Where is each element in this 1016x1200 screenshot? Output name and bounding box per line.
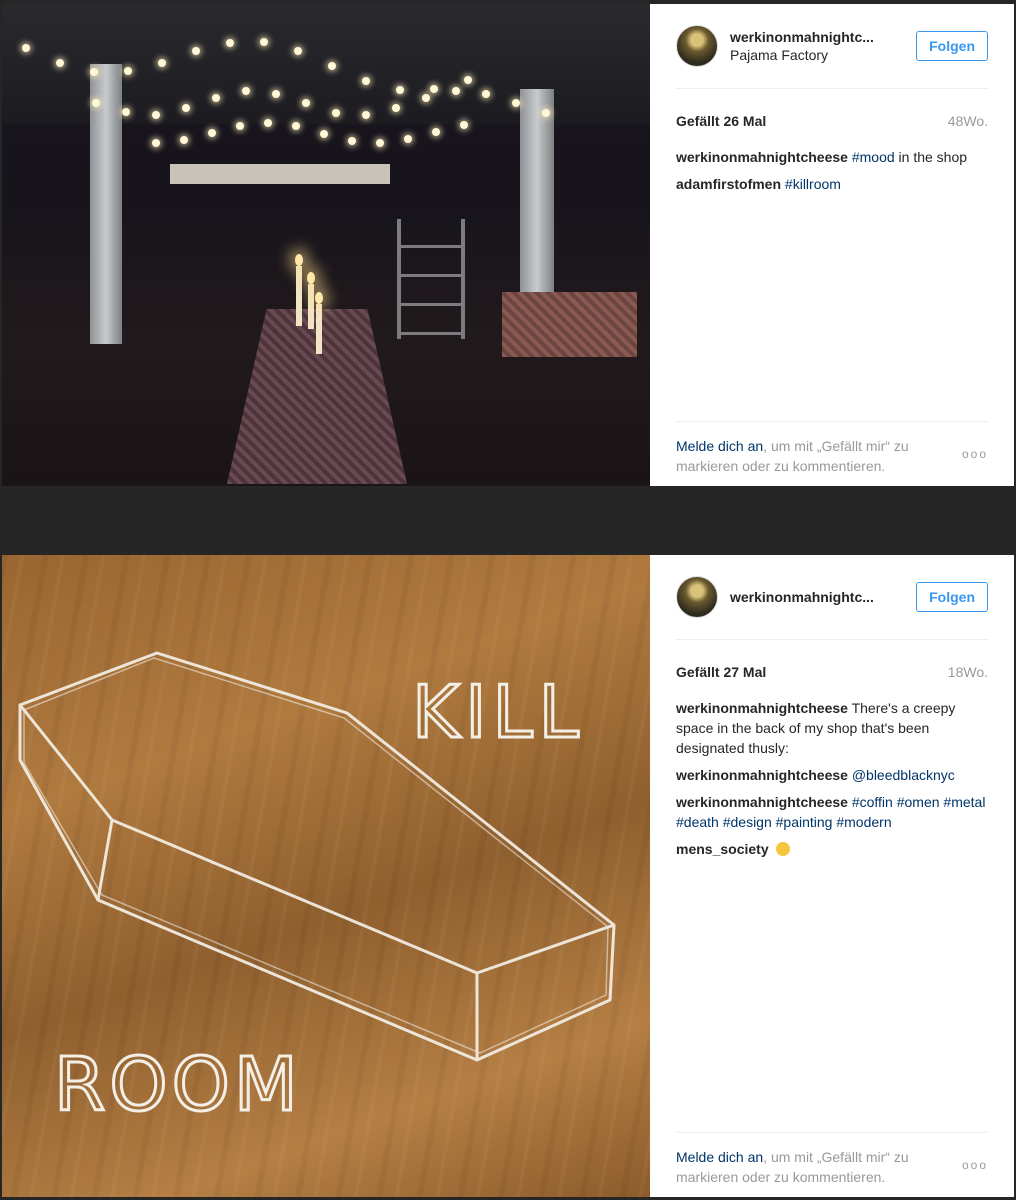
light-bulb (362, 110, 370, 119)
comment: werkinonmahnightcheese #coffin #omen #me… (676, 792, 988, 832)
light-bulb (460, 120, 468, 129)
light-bulb (152, 110, 160, 119)
post-photo-1[interactable] (2, 4, 650, 486)
light-bulb (192, 46, 200, 55)
ladder (397, 219, 465, 339)
candle (316, 304, 322, 354)
light-bulb (22, 44, 30, 52)
comment: werkinonmahnightcheese #mood in the shop (676, 147, 988, 167)
comments: werkinonmahnightcheese #mood in the shop… (676, 147, 988, 194)
comment: adamfirstofmen #killroom (676, 174, 988, 194)
side-table (502, 292, 637, 357)
light-bulb (392, 103, 400, 112)
kill-word: KILL (412, 670, 585, 754)
coffin-drawing: KILL ROOM (18, 651, 616, 1130)
room-word: ROOM (54, 1042, 302, 1128)
candle (296, 266, 302, 326)
light-bulb (158, 58, 166, 67)
likes-count[interactable]: Gefällt 27 Mal (676, 664, 766, 680)
light-bulb (482, 89, 490, 98)
more-options-icon[interactable]: ooo (962, 444, 988, 464)
light-bulb (56, 58, 64, 67)
hashtag[interactable]: #killroom (785, 176, 841, 192)
post-age[interactable]: 48Wo. (948, 113, 988, 129)
location[interactable]: Pajama Factory (730, 47, 874, 63)
light-bulb (226, 38, 234, 47)
light-bulb (180, 135, 188, 144)
comment-user[interactable]: werkinonmahnightcheese (676, 767, 848, 783)
login-text: Melde dich an, um mit „Gefällt mir“ zu m… (676, 1147, 962, 1187)
comment: werkinonmahnightcheese @bleedblacknyc (676, 765, 988, 785)
light-bulb (320, 129, 328, 138)
comment-user[interactable]: mens_society (676, 841, 769, 857)
user-info: werkinonmahnightc... (730, 589, 874, 605)
post-card-2: KILL ROOM werkinonmahnightc... Folgen Ge… (2, 555, 1014, 1197)
coffin-edge (96, 818, 114, 902)
light-bulb (90, 67, 98, 76)
more-options-icon[interactable]: ooo (962, 1155, 988, 1175)
light-bulb (396, 85, 404, 94)
comment-user[interactable]: werkinonmahnightcheese (676, 149, 848, 165)
avatar[interactable] (676, 25, 718, 67)
likes-row: Gefällt 26 Mal 48Wo. (676, 113, 988, 129)
light-bulb (348, 136, 356, 145)
ok-hand-emoji-icon (775, 842, 790, 856)
login-text: Melde dich an, um mit „Gefällt mir“ zu m… (676, 436, 962, 476)
follow-button[interactable]: Folgen (916, 31, 988, 61)
username[interactable]: werkinonmahnightc... (730, 589, 874, 605)
comments: werkinonmahnightcheese There's a creepy … (676, 698, 988, 859)
light-bulb (208, 128, 216, 137)
light-bulb (264, 119, 272, 128)
mention[interactable]: @bleedblacknyc (852, 767, 955, 783)
post-header: werkinonmahnightc... Pajama Factory Folg… (676, 4, 988, 89)
follow-button[interactable]: Folgen (916, 582, 988, 612)
hashtag[interactable]: #mood (852, 149, 895, 165)
light-bulb (432, 127, 440, 136)
support-column (520, 89, 554, 299)
comment-text: in the shop (894, 149, 968, 165)
login-prompt: Melde dich an, um mit „Gefällt mir“ zu m… (676, 1132, 988, 1187)
light-bulb (236, 121, 244, 130)
light-bulb (212, 93, 220, 102)
light-bulb (332, 108, 340, 117)
comment: mens_society (676, 839, 988, 859)
login-link[interactable]: Melde dich an (676, 438, 763, 454)
login-prompt: Melde dich an, um mit „Gefällt mir“ zu m… (676, 421, 988, 476)
light-bulb (152, 139, 160, 147)
candle-flame (295, 254, 303, 266)
candle-flame (315, 292, 323, 304)
comment-user[interactable]: werkinonmahnightcheese (676, 794, 848, 810)
candle (308, 284, 314, 329)
light-bulb (292, 122, 300, 131)
avatar[interactable] (676, 576, 718, 618)
light-bulb (542, 108, 550, 117)
comment-user[interactable]: werkinonmahnightcheese (676, 700, 848, 716)
light-bulb (404, 135, 412, 144)
light-bulb (92, 99, 100, 107)
candle-flame (307, 272, 315, 284)
comment-user[interactable]: adamfirstofmen (676, 176, 781, 192)
username[interactable]: werkinonmahnightc... (730, 29, 874, 45)
login-link[interactable]: Melde dich an (676, 1149, 763, 1165)
light-bulb (422, 93, 430, 102)
post-photo-2[interactable]: KILL ROOM (2, 555, 650, 1197)
projector-screen (170, 164, 390, 184)
post-sidebar-1: werkinonmahnightc... Pajama Factory Folg… (650, 4, 1014, 486)
likes-count[interactable]: Gefällt 26 Mal (676, 113, 766, 129)
post-card-1: werkinonmahnightc... Pajama Factory Folg… (2, 4, 1014, 486)
comment: werkinonmahnightcheese There's a creepy … (676, 698, 988, 758)
post-age[interactable]: 18Wo. (948, 664, 988, 680)
light-bulb (272, 89, 280, 98)
page-gap (0, 487, 1016, 553)
user-info: werkinonmahnightc... Pajama Factory (730, 29, 874, 63)
post-sidebar-2: werkinonmahnightc... Folgen Gefällt 27 M… (650, 555, 1014, 1197)
post-header: werkinonmahnightc... Folgen (676, 555, 988, 640)
likes-row: Gefällt 27 Mal 18Wo. (676, 664, 988, 680)
light-bulb (376, 138, 384, 147)
